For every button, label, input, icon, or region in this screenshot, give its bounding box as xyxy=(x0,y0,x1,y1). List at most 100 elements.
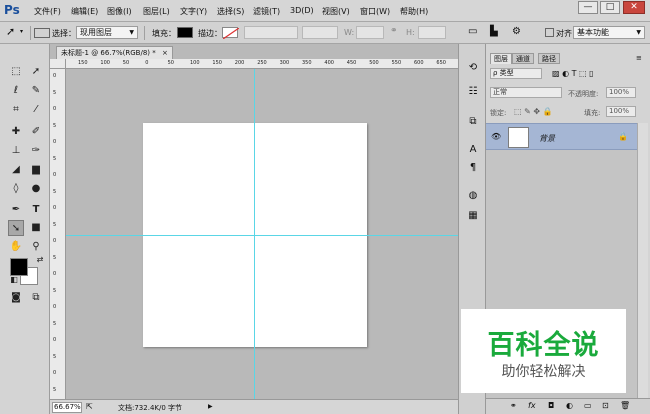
stroke-type-field[interactable] xyxy=(302,26,338,39)
filter-pixel-icon[interactable]: ▨ ◐ T ⬚ ▯ xyxy=(552,69,594,78)
panel-menu-icon[interactable]: ≡ xyxy=(636,54,642,62)
ruler-origin[interactable] xyxy=(50,59,66,69)
path-arrange-icon[interactable]: ⚙ xyxy=(512,26,521,37)
document-tab[interactable]: 未标题-1 @ 66.7%(RGB/8) * × xyxy=(56,46,173,59)
move-tool-icon[interactable]: ➚ xyxy=(6,25,15,38)
menu-select[interactable]: 选择(S) xyxy=(217,6,244,17)
ruler-tick-label: 600 xyxy=(414,60,424,66)
blur-tool-icon[interactable]: ◊ xyxy=(8,181,24,197)
path-align-icon[interactable]: ▙ xyxy=(490,26,498,37)
new-group-icon[interactable]: ▭ xyxy=(584,401,592,410)
height-field[interactable] xyxy=(418,26,446,39)
path-ops-icon[interactable]: ▭ xyxy=(468,26,477,37)
minimize-button[interactable]: — xyxy=(578,1,598,14)
height-label: H: xyxy=(406,28,415,37)
layer-style-icon[interactable]: fx xyxy=(528,401,536,410)
horizontal-guide[interactable] xyxy=(66,235,458,236)
dodge-tool-icon[interactable]: ● xyxy=(28,181,44,197)
gradient-tool-icon[interactable]: ▆ xyxy=(28,162,44,178)
menu-file[interactable]: 文件(F) xyxy=(34,6,61,17)
close-button[interactable]: ✕ xyxy=(623,1,645,14)
screen-mode-icon[interactable]: ⧉ xyxy=(28,290,44,306)
history-brush-tool-icon[interactable]: ✑ xyxy=(28,143,44,159)
history-icon[interactable]: ⟲ xyxy=(465,60,481,76)
layer-row-background[interactable]: 👁 背景 🔒 xyxy=(486,123,637,150)
menu-image[interactable]: 图像(I) xyxy=(107,6,132,17)
stroke-width-field[interactable] xyxy=(244,26,298,39)
quick-mask-icon[interactable]: ◙ xyxy=(8,290,24,306)
foreground-color-swatch[interactable] xyxy=(10,258,28,276)
link-icon[interactable]: ⚭ xyxy=(390,26,398,36)
add-mask-icon[interactable]: ◘ xyxy=(548,401,554,410)
crop-tool-icon[interactable]: ⌗ xyxy=(8,102,24,118)
align-edges-checkbox[interactable] xyxy=(545,28,554,37)
close-tab-icon[interactable]: × xyxy=(162,49,168,57)
delete-layer-icon[interactable]: 🗑 xyxy=(620,401,630,410)
ruler-tick-label: 300 xyxy=(279,60,290,66)
quick-select-tool-icon[interactable]: ✎ xyxy=(28,83,44,99)
tab-paths[interactable]: 路径 xyxy=(538,53,560,64)
menu-edit[interactable]: 编辑(E) xyxy=(71,6,98,17)
fill-color-swatch[interactable] xyxy=(177,27,193,38)
marquee-tool-icon[interactable]: ⬚ xyxy=(8,64,24,80)
auto-select-checkbox[interactable] xyxy=(34,28,50,38)
character-icon[interactable]: A xyxy=(465,142,481,158)
clone-stamp-tool-icon[interactable]: ⊥ xyxy=(8,143,24,159)
ruler-tick-label: 100 xyxy=(190,60,200,66)
width-field[interactable] xyxy=(356,26,384,39)
tab-layers[interactable]: 图层 xyxy=(490,53,512,64)
rectangle-tool-icon[interactable]: ■ xyxy=(28,220,44,236)
stroke-label: 描边： xyxy=(198,29,222,38)
new-layer-icon[interactable]: ⊡ xyxy=(602,401,609,410)
ruler-tick-label: 0 xyxy=(53,73,57,79)
move-tool-icon[interactable]: ➚ xyxy=(28,64,44,80)
select-dropdown[interactable]: 现用图层 ▼ xyxy=(76,26,138,39)
blend-mode-dropdown[interactable]: 正常 xyxy=(490,87,562,98)
lock-icons[interactable]: ⬚ ✎ ✥ 🔒 xyxy=(514,107,553,116)
link-layers-icon[interactable]: ⚭ xyxy=(510,401,517,410)
color-icon[interactable]: ◍ xyxy=(465,188,481,204)
menu-type[interactable]: 文字(Y) xyxy=(180,6,207,17)
path-selection-tool-icon[interactable]: ➘ xyxy=(8,220,24,236)
ruler-tick-label: 5 xyxy=(53,320,57,327)
lasso-tool-icon[interactable]: ℓ xyxy=(8,83,24,99)
horizontal-ruler[interactable]: 150 100 50 0 50 100 150 200 250 300 350 400 450 500 55… xyxy=(66,59,458,69)
vertical-guide[interactable] xyxy=(254,69,255,399)
opacity-field[interactable]: 100% xyxy=(606,87,636,98)
layer-filter-dropdown[interactable]: ρ 类型 xyxy=(490,68,542,79)
layers-scrollbar[interactable] xyxy=(637,123,648,398)
pen-tool-icon[interactable]: ✒ xyxy=(8,202,24,218)
restore-button[interactable]: □ xyxy=(600,1,620,14)
brush-tool-icon[interactable]: ✐ xyxy=(28,124,44,140)
type-tool-icon[interactable]: T xyxy=(28,202,44,218)
visibility-eye-icon[interactable]: 👁 xyxy=(491,132,501,141)
ruler-tick-label: 150 xyxy=(212,60,222,66)
workspace-dropdown[interactable]: 基本功能 ▼ xyxy=(573,26,645,39)
status-menu-arrow-icon[interactable]: ▶ xyxy=(208,403,213,410)
paragraph-icon[interactable]: ¶ xyxy=(465,160,481,176)
properties-icon[interactable]: ☷ xyxy=(465,84,481,100)
clone-source-icon[interactable]: ⧉ xyxy=(465,114,481,130)
eraser-tool-icon[interactable]: ◢ xyxy=(8,162,24,178)
adjustment-layer-icon[interactable]: ◐ xyxy=(566,401,573,410)
menu-3d[interactable]: 3D(D) xyxy=(290,6,314,15)
menu-help[interactable]: 帮助(H) xyxy=(400,6,428,17)
share-icon[interactable]: ⇱ xyxy=(86,402,93,411)
vertical-ruler[interactable]: 0 5 0 5 0 5 0 5 0 5 0 5 0 5 0 5 0 5 0 5 xyxy=(50,69,66,399)
eyedropper-tool-icon[interactable]: ⁄ xyxy=(28,102,44,118)
tool-preset-chevron-icon[interactable]: ▾ xyxy=(20,28,23,35)
fill-field[interactable]: 100% xyxy=(606,106,636,117)
healing-brush-tool-icon[interactable]: ✚ xyxy=(8,124,24,140)
menu-filter[interactable]: 滤镜(T) xyxy=(253,6,280,17)
zoom-level-field[interactable]: 66.67% xyxy=(52,402,82,413)
fill-label: 填充： xyxy=(152,29,176,38)
tab-channels[interactable]: 通道 xyxy=(512,53,534,64)
ruler-tick-label: 550 xyxy=(391,60,402,66)
stroke-none-swatch[interactable] xyxy=(222,27,240,40)
menu-window[interactable]: 窗口(W) xyxy=(360,6,390,17)
hand-tool-icon[interactable]: ✋ xyxy=(8,239,24,255)
swap-colors-icon[interactable]: ⇄ xyxy=(32,252,48,268)
menu-view[interactable]: 视图(V) xyxy=(322,6,350,17)
menu-layer[interactable]: 图层(L) xyxy=(143,6,170,17)
swatches-icon[interactable]: ▦ xyxy=(465,208,481,224)
